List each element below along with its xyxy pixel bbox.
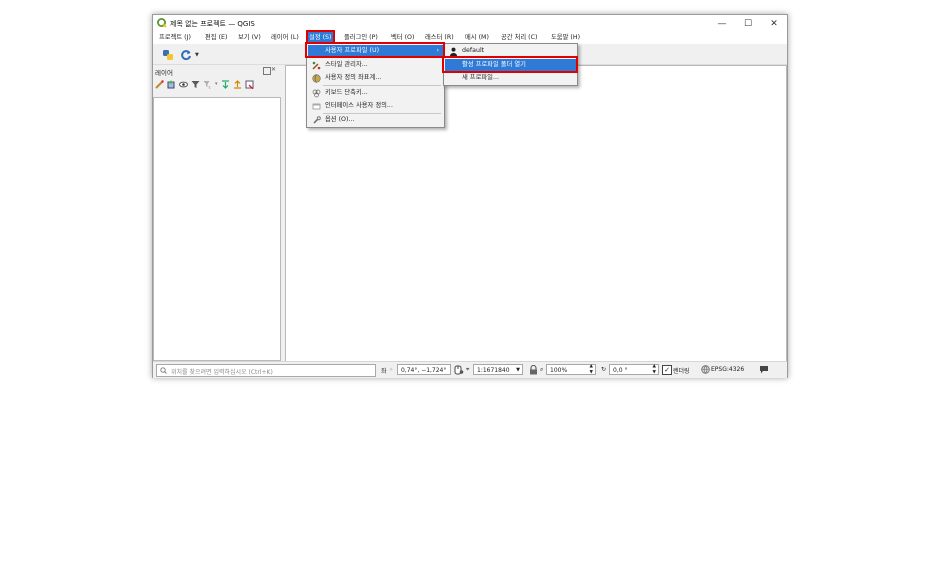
locator-placeholder: 위치를 찾으려면 입력하십시오 (Ctrl+K)	[171, 369, 273, 376]
menu-item-label: 인터페이스 사용자 정의...	[325, 102, 393, 109]
coordinate-field[interactable]: 0,74°, −1,724°	[397, 364, 451, 375]
magnifier-spinbox[interactable]: 100% ▲ ▼	[546, 364, 596, 375]
visibility-eye-icon[interactable]	[179, 80, 188, 89]
chevron-down-icon[interactable]: ▼	[195, 52, 199, 58]
magnifier-label: ⌕	[540, 366, 544, 373]
qgis-logo-icon	[157, 18, 167, 28]
scale-combobox[interactable]: 1:1671840 ▼	[473, 364, 523, 375]
menu-layer[interactable]: 레이어 (L)	[270, 32, 300, 44]
menu-project[interactable]: 프로젝트 (J)	[158, 32, 192, 44]
rotation-label: ↻	[601, 366, 607, 373]
layers-panel-toolbar: ε ▾	[155, 80, 254, 92]
settings-menu: 사용자 프로파일 (U) › 스타일 관리자... 사용자 정의 좌표계... …	[306, 43, 445, 128]
menu-view[interactable]: 보기 (V)	[237, 32, 262, 44]
coordinate-label: 좌	[381, 368, 387, 375]
chevron-down-icon: ▼	[516, 367, 520, 373]
options-wrench-icon	[313, 116, 321, 124]
coordinate-toggle-icon[interactable]: ✧	[389, 367, 393, 373]
close-panel-icon[interactable]: ✕	[271, 66, 276, 73]
layers-panel: 레이어 ✕ ε ▾	[153, 65, 281, 361]
maximize-button[interactable]: ☐	[735, 15, 761, 32]
search-icon	[160, 367, 167, 374]
menu-item-custom-crs[interactable]: 사용자 정의 좌표계...	[308, 72, 443, 84]
float-panel-icon[interactable]	[263, 67, 271, 75]
remove-layer-icon[interactable]	[245, 80, 254, 89]
locator-search-input[interactable]: 위치를 찾으려면 입력하십시오 (Ctrl+K)	[156, 364, 376, 377]
chevron-down-icon[interactable]: ▾	[215, 80, 218, 92]
user-profiles-submenu: default 활성 프로파일 폴더 열기 새 프로파일...	[443, 43, 578, 86]
messages-icon[interactable]	[759, 365, 769, 374]
menu-item-style-manager[interactable]: 스타일 관리자...	[308, 59, 443, 71]
layers-tree[interactable]	[153, 97, 281, 361]
menu-item-label: 스타일 관리자...	[325, 61, 368, 68]
interface-customization-icon	[312, 103, 321, 110]
layers-panel-title: 레이어	[155, 69, 173, 77]
layers-panel-header: 레이어 ✕	[153, 65, 281, 77]
title-bar: 제목 없는 프로젝트 — QGIS — ☐ ✕	[153, 15, 787, 32]
refresh-icon[interactable]	[180, 49, 192, 61]
magnifier-value: 100%	[550, 367, 568, 374]
keyboard-shortcuts-icon	[312, 89, 321, 98]
user-icon	[450, 47, 457, 56]
collapse-all-icon[interactable]	[233, 80, 242, 89]
menu-item-user-profiles[interactable]: 사용자 프로파일 (U) ›	[308, 45, 443, 57]
menu-item-label: 새 프로파일...	[462, 74, 499, 81]
close-button[interactable]: ✕	[761, 15, 787, 32]
menu-item-label: 사용자 정의 좌표계...	[325, 74, 382, 81]
menu-separator	[323, 85, 441, 86]
minimize-button[interactable]: —	[709, 15, 735, 32]
mouse-pointer-icon[interactable]	[454, 365, 464, 375]
svg-text:ε: ε	[209, 85, 211, 90]
custom-crs-globe-icon	[312, 74, 321, 83]
style-layer-icon[interactable]	[155, 80, 164, 89]
menu-item-label: 키보드 단축키...	[325, 89, 368, 96]
rotation-spinbox[interactable]: 0,0 ° ▲ ▼	[609, 364, 659, 375]
render-checkbox[interactable]: ✓	[662, 365, 672, 375]
menu-item-label: 활성 프로파일 폴더 열기	[462, 61, 526, 68]
menu-separator	[460, 57, 574, 58]
window-title: 제목 없는 프로젝트 — QGIS	[170, 20, 255, 28]
menu-item-open-active-profile-folder[interactable]: 활성 프로파일 폴더 열기	[445, 59, 576, 71]
globe-icon[interactable]	[701, 365, 710, 374]
menu-item-default-profile[interactable]: default	[445, 45, 576, 57]
menu-item-label: default	[462, 47, 485, 54]
menu-edit[interactable]: 편집 (E)	[204, 32, 228, 44]
filter-icon[interactable]	[191, 80, 200, 89]
filter-expression-icon[interactable]: ε	[203, 80, 212, 89]
lock-icon[interactable]	[529, 365, 538, 375]
rotation-value: 0,0 °	[613, 367, 628, 374]
menu-item-new-profile[interactable]: 새 프로파일...	[445, 72, 576, 84]
scale-value: 1:1671840	[477, 367, 510, 374]
render-label: 렌더링	[673, 368, 690, 375]
menu-item-label: 옵션 (O)...	[325, 116, 355, 123]
style-manager-icon	[312, 61, 321, 70]
expand-all-icon[interactable]	[221, 80, 230, 89]
spin-arrows-icon: ▲ ▼	[589, 364, 593, 375]
spin-arrows-icon: ▲ ▼	[652, 364, 656, 375]
menu-item-interface-customization[interactable]: 인터페이스 사용자 정의...	[308, 100, 443, 112]
crs-label[interactable]: EPSG:4326	[711, 366, 744, 373]
menu-item-keyboard-shortcuts[interactable]: 키보드 단축키...	[308, 87, 443, 99]
menu-item-options[interactable]: 옵션 (O)...	[308, 114, 443, 126]
scale-label: ⌖	[466, 366, 470, 373]
python-console-icon[interactable]	[162, 49, 174, 61]
add-group-icon[interactable]	[167, 80, 176, 89]
menu-item-label: 사용자 프로파일 (U)	[325, 47, 380, 54]
chevron-right-icon: ›	[436, 47, 439, 54]
status-bar: 위치를 찾으려면 입력하십시오 (Ctrl+K) 좌 ✧ 0,74°, −1,7…	[153, 361, 787, 378]
